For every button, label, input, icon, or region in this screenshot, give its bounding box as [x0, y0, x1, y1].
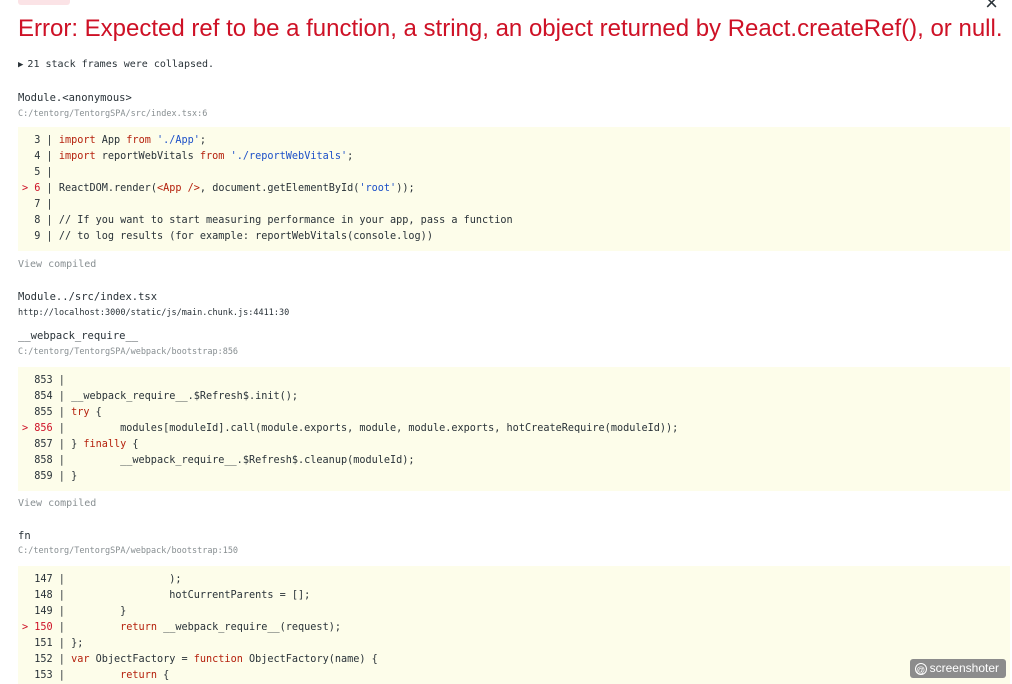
- previous-error-tab-stub: [18, 0, 70, 5]
- stack-frame-name: fn: [18, 530, 31, 542]
- code-line: 857 | } finally {: [22, 437, 138, 453]
- code-line-highlighted: > 6 | ReactDOM.render(<App />, document.…: [22, 181, 415, 197]
- line-number: 152: [22, 654, 53, 665]
- code-line: 854 | __webpack_require__.$Refresh$.init…: [22, 389, 298, 405]
- line-number: 151: [22, 638, 53, 649]
- collapsed-frames-toggle[interactable]: ▶ 21 stack frames were collapsed.: [18, 59, 214, 70]
- code-line-highlighted: > 856 | modules[moduleId].call(module.ex…: [22, 421, 678, 437]
- code-snippet: 3 | import App from './App'; 4 | import …: [18, 127, 1010, 251]
- line-number: 9: [22, 231, 41, 242]
- line-number: 7: [22, 199, 41, 210]
- collapsed-frames-label: 21 stack frames were collapsed.: [27, 59, 215, 70]
- stack-frame-path: C:/tentorg/TentorgSPA/webpack/bootstrap:…: [18, 546, 239, 556]
- line-number: > 150: [22, 622, 53, 633]
- view-compiled-link[interactable]: View compiled: [18, 498, 96, 509]
- line-number: 149: [22, 606, 53, 617]
- code-line: 859 | }: [22, 469, 77, 485]
- code-line: 149 | }: [22, 604, 126, 620]
- code-line: 4 | import reportWebVitals from './repor…: [22, 149, 353, 165]
- at-icon: @: [914, 663, 927, 675]
- stack-frame-name: Module.<anonymous>: [18, 92, 132, 104]
- code-line: 151 | };: [22, 636, 83, 652]
- stack-frame-name: Module../src/index.tsx: [18, 291, 158, 303]
- line-number: > 6: [22, 183, 41, 194]
- stack-frame-path: C:/tentorg/TentorgSPA/webpack/bootstrap:…: [18, 347, 239, 357]
- code-line: 7 |: [22, 197, 59, 213]
- stack-frame-path: http://localhost:3000/static/js/main.chu…: [18, 308, 290, 318]
- code-line: 5 |: [22, 165, 59, 181]
- code-snippet: 853 | 854 | __webpack_require__.$Refresh…: [18, 367, 1010, 491]
- line-number: 855: [22, 407, 53, 418]
- stack-frame-path: C:/tentorg/TentorgSPA/src/index.tsx:6: [18, 109, 208, 119]
- line-number: > 856: [22, 423, 53, 434]
- error-title: Error: Expected ref to be a function, a …: [18, 15, 1003, 42]
- code-line: 152 | var ObjectFactory = function Objec…: [22, 652, 378, 668]
- line-number: 854: [22, 391, 53, 402]
- line-number: 148: [22, 590, 53, 601]
- line-number: 858: [22, 455, 53, 466]
- stack-frame-name: __webpack_require__: [18, 330, 139, 342]
- view-compiled-link[interactable]: View compiled: [18, 259, 96, 270]
- line-number: 5: [22, 167, 41, 178]
- line-number: 147: [22, 574, 53, 585]
- code-line: 853 |: [22, 373, 71, 389]
- line-number: 853: [22, 375, 53, 386]
- line-number: 8: [22, 215, 41, 226]
- code-line-highlighted: > 150 | return __webpack_require__(reque…: [22, 620, 341, 636]
- watermark-label: screenshoter: [929, 661, 999, 675]
- line-number: 153: [22, 670, 53, 681]
- code-line: 147 | );: [22, 572, 181, 588]
- code-line: 9 | // to log results (for example: repo…: [22, 229, 433, 245]
- code-line: 858 | __webpack_require__.$Refresh$.clea…: [22, 453, 414, 469]
- line-number: 3: [22, 135, 41, 146]
- code-line: 855 | try {: [22, 405, 102, 421]
- close-icon[interactable]: ×: [985, 0, 998, 14]
- line-number: 859: [22, 471, 53, 482]
- line-number: 4: [22, 151, 41, 162]
- screenshoter-watermark: @ screenshoter: [909, 659, 1006, 678]
- code-line: 148 | hotCurrentParents = [];: [22, 588, 310, 604]
- expand-triangle-icon: ▶: [18, 60, 24, 70]
- code-line: 3 | import App from './App';: [22, 133, 206, 149]
- code-line: 153 | return {: [22, 668, 169, 684]
- code-line: 8 | // If you want to start measuring pe…: [22, 213, 512, 229]
- line-number: 857: [22, 439, 53, 450]
- code-snippet: 147 | ); 148 | hotCurrentParents = []; 1…: [18, 566, 1010, 684]
